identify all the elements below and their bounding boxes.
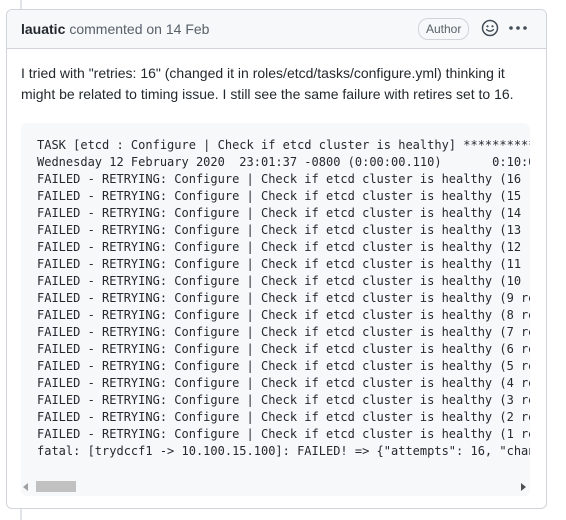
code-line: FAILED - RETRYING: Configure | Check if … xyxy=(37,291,530,305)
code-block: TASK [etcd : Configure | Check if etcd c… xyxy=(21,123,530,496)
code-line: FAILED - RETRYING: Configure | Check if … xyxy=(37,308,530,322)
code-line: FAILED - RETRYING: Configure | Check if … xyxy=(37,410,530,424)
code-line: fatal: [trydccf1 -> 10.100.15.100]: FAIL… xyxy=(37,444,530,458)
comment-box: lauatic commented on 14 Feb Author I tri… xyxy=(6,9,547,509)
code-line: Wednesday 12 February 2020 23:01:37 -080… xyxy=(37,155,530,169)
code-line: FAILED - RETRYING: Configure | Check if … xyxy=(37,376,530,390)
comment-text: I tried with "retries: 16" (changed it i… xyxy=(21,65,514,102)
code-scroll-area[interactable]: TASK [etcd : Configure | Check if etcd c… xyxy=(21,123,530,478)
code-line: TASK [etcd : Configure | Check if etcd c… xyxy=(37,138,530,152)
code-line: FAILED - RETRYING: Configure | Check if … xyxy=(37,274,530,288)
code-line: FAILED - RETRYING: Configure | Check if … xyxy=(37,393,530,407)
scroll-left-arrow-icon[interactable] xyxy=(23,483,28,491)
comment-timestamp[interactable]: commented on 14 Feb xyxy=(69,21,209,37)
horizontal-scrollbar[interactable] xyxy=(21,478,530,496)
code-line: FAILED - RETRYING: Configure | Check if … xyxy=(37,257,530,271)
code-line: FAILED - RETRYING: Configure | Check if … xyxy=(37,223,530,237)
scrollbar-thumb[interactable] xyxy=(36,481,76,492)
kebab-horizontal-icon[interactable] xyxy=(507,19,529,37)
code-line: FAILED - RETRYING: Configure | Check if … xyxy=(37,189,530,203)
smiley-icon[interactable] xyxy=(481,19,499,37)
code-line: FAILED - RETRYING: Configure | Check if … xyxy=(37,206,530,220)
code-line: FAILED - RETRYING: Configure | Check if … xyxy=(37,359,530,373)
scroll-right-arrow-icon[interactable] xyxy=(521,483,526,491)
code-line: FAILED - RETRYING: Configure | Check if … xyxy=(37,342,530,356)
code-line: FAILED - RETRYING: Configure | Check if … xyxy=(37,325,530,339)
code-line: FAILED - RETRYING: Configure | Check if … xyxy=(37,427,530,441)
comment-header: lauatic commented on 14 Feb Author xyxy=(7,10,546,49)
author-badge: Author xyxy=(418,18,470,40)
code-line: FAILED - RETRYING: Configure | Check if … xyxy=(37,240,530,254)
author-link[interactable]: lauatic xyxy=(21,21,65,37)
comment-body: I tried with "retries: 16" (changed it i… xyxy=(7,49,546,105)
code-line: FAILED - RETRYING: Configure | Check if … xyxy=(37,172,530,186)
code-lines: TASK [etcd : Configure | Check if etcd c… xyxy=(37,137,530,460)
